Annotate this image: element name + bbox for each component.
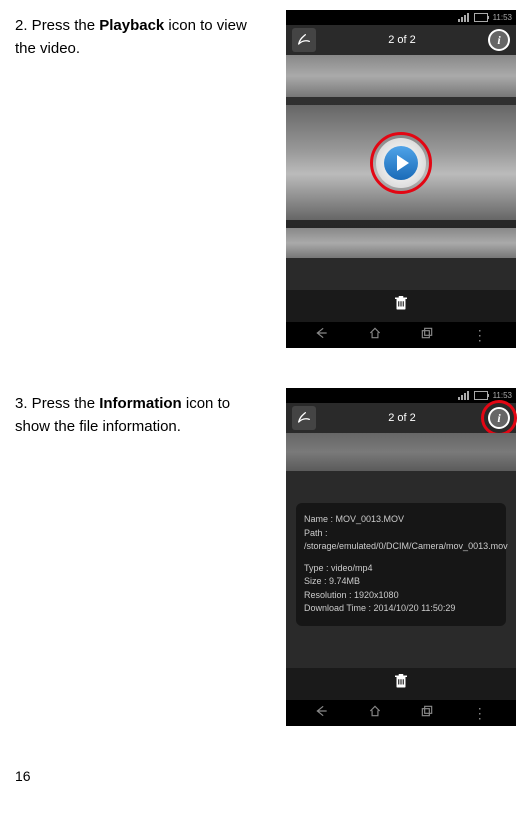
step-2-text: 2. Press the Playback icon to view the v… — [15, 10, 266, 348]
info-size: Size : 9.74MB — [304, 575, 498, 589]
gallery-content: Name : MOV_0013.MOV Path : /storage/emul… — [286, 433, 516, 668]
nav-recent[interactable] — [420, 703, 434, 724]
nav-back[interactable] — [315, 325, 329, 346]
nav-back[interactable] — [315, 703, 329, 724]
battery-icon — [474, 391, 488, 400]
current-thumbnail[interactable] — [286, 105, 516, 220]
nav-menu[interactable]: ⋮ — [473, 325, 487, 346]
status-time: 11:53 — [493, 12, 512, 24]
android-navbar: ⋮ — [286, 700, 516, 726]
step-2-before: Press the — [28, 17, 100, 34]
screenshot-info: 11:53 2 of 2 i Name : MOV_0013.MOV Path … — [286, 388, 516, 726]
info-path: Path : /storage/emulated/0/DCIM/Camera/m… — [304, 527, 498, 554]
info-button[interactable]: i — [488, 29, 510, 51]
android-navbar: ⋮ — [286, 322, 516, 348]
step-3-before: Press the — [28, 395, 100, 412]
info-icon: i — [490, 31, 508, 49]
status-bar: 11:53 — [286, 388, 516, 403]
prev-thumbnail[interactable] — [286, 433, 516, 471]
header-counter: 2 of 2 — [388, 410, 416, 427]
status-bar: 11:53 — [286, 10, 516, 25]
nav-recent[interactable] — [420, 325, 434, 346]
step-3: 3. Press the Information icon to show th… — [15, 388, 516, 726]
delete-button[interactable] — [392, 671, 410, 697]
file-info-panel: Name : MOV_0013.MOV Path : /storage/emul… — [296, 503, 506, 626]
info-type: Type : video/mp4 — [304, 562, 498, 576]
info-download-time: Download Time : 2014/10/20 11:50:29 — [304, 602, 498, 616]
step-3-num: 3. — [15, 395, 28, 412]
next-thumbnail[interactable] — [286, 228, 516, 258]
nav-home[interactable] — [368, 703, 382, 724]
nav-menu[interactable]: ⋮ — [473, 703, 487, 724]
battery-icon — [474, 13, 488, 22]
page-number: 16 — [15, 766, 516, 787]
info-resolution: Resolution : 1920x1080 — [304, 589, 498, 603]
highlight-circle — [481, 400, 517, 436]
step-2-bold: Playback — [99, 17, 164, 34]
bottom-toolbar — [286, 668, 516, 700]
prev-thumbnail[interactable] — [286, 55, 516, 97]
signal-icon — [458, 391, 469, 400]
step-3-bold: Information — [99, 395, 182, 412]
gallery-content — [286, 55, 516, 290]
delete-button[interactable] — [392, 293, 410, 319]
header-counter: 2 of 2 — [388, 32, 416, 49]
playback-button[interactable] — [376, 138, 426, 188]
step-2: 2. Press the Playback icon to view the v… — [15, 10, 516, 348]
app-header: 2 of 2 i — [286, 25, 516, 55]
step-2-num: 2. — [15, 17, 28, 34]
signal-icon — [458, 13, 469, 22]
back-button[interactable] — [292, 406, 316, 430]
nav-home[interactable] — [368, 325, 382, 346]
info-name: Name : MOV_0013.MOV — [304, 513, 498, 527]
bottom-toolbar — [286, 290, 516, 322]
highlight-circle — [370, 132, 432, 194]
back-button[interactable] — [292, 28, 316, 52]
app-header: 2 of 2 i — [286, 403, 516, 433]
screenshot-playback: 11:53 2 of 2 i — [286, 10, 516, 348]
step-3-text: 3. Press the Information icon to show th… — [15, 388, 266, 726]
